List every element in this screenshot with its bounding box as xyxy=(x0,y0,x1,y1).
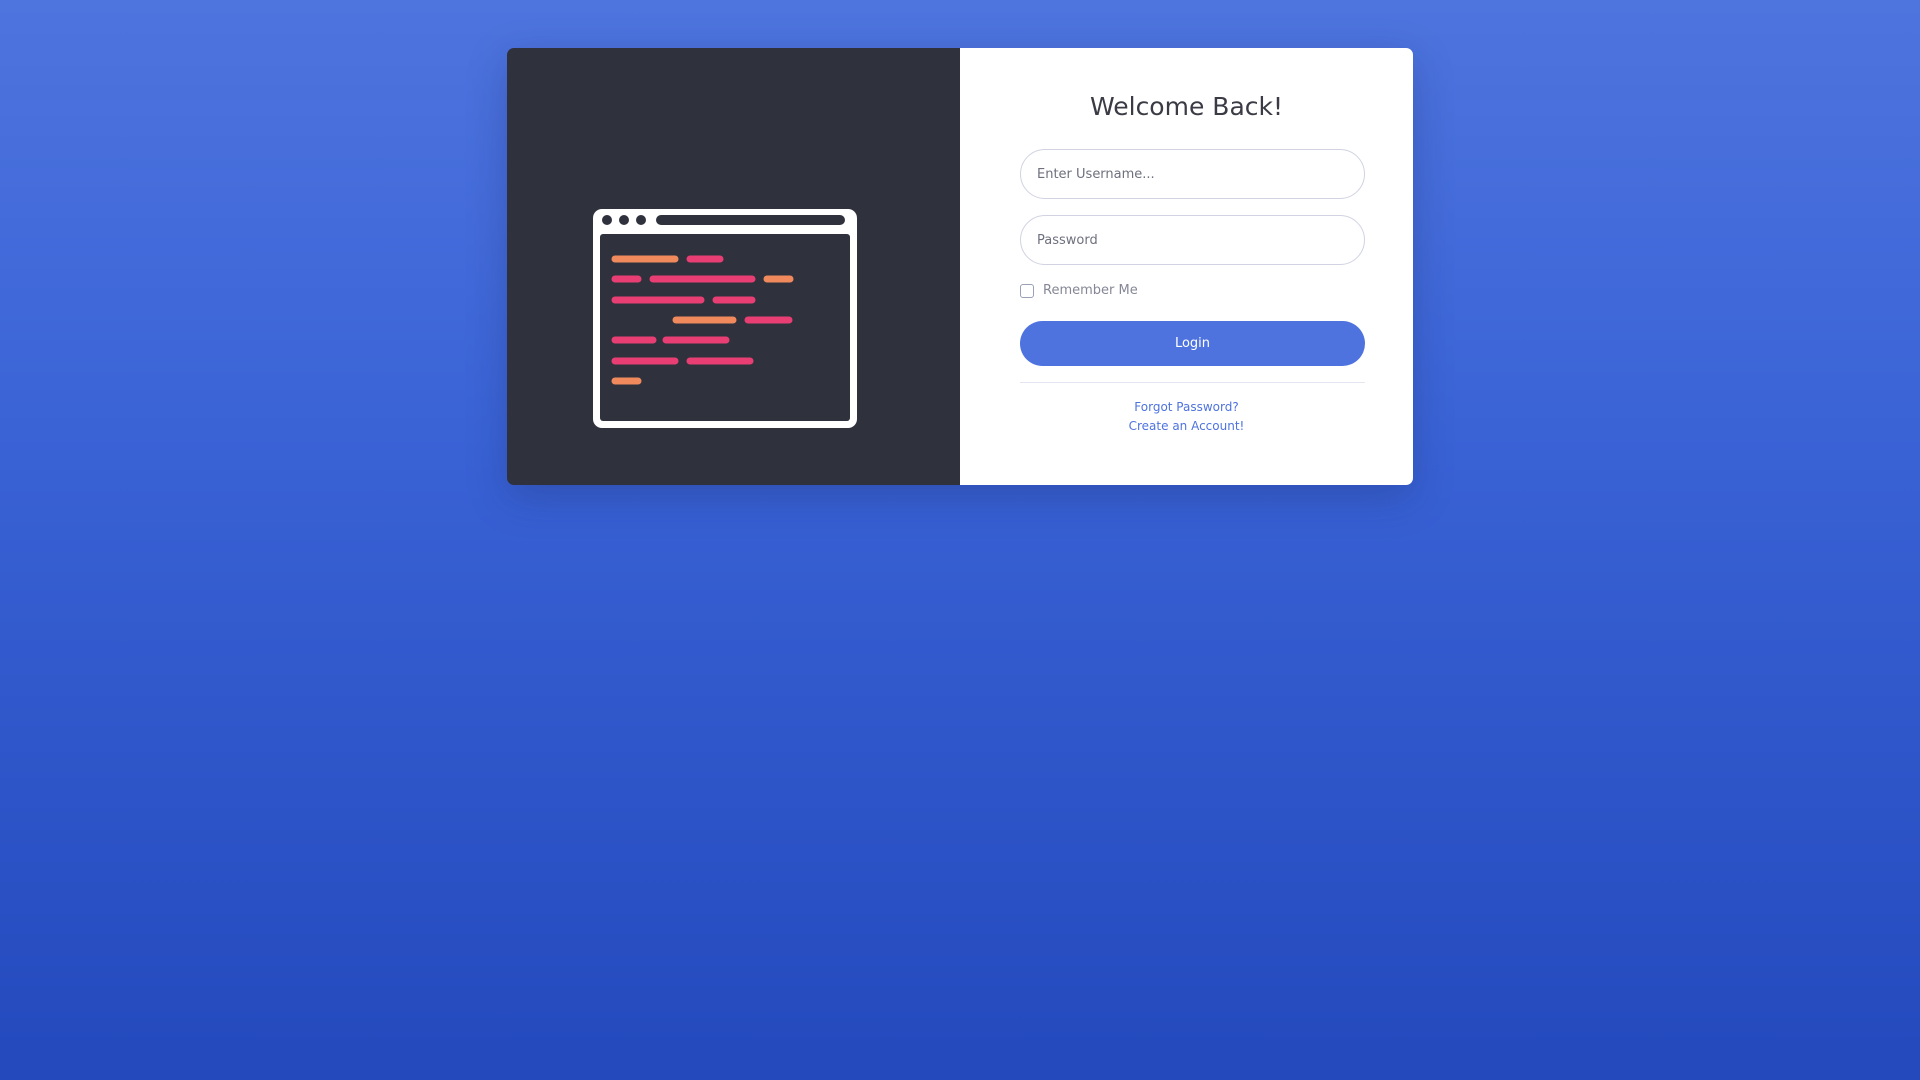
username-input[interactable] xyxy=(1020,149,1365,199)
login-button[interactable]: Login xyxy=(1020,321,1365,366)
remember-me-label[interactable]: Remember Me xyxy=(1043,283,1138,298)
login-card: Welcome Back! Remember Me Login Forgot P… xyxy=(507,48,1413,485)
remember-me-row[interactable]: Remember Me xyxy=(1020,283,1138,298)
page-title: Welcome Back! xyxy=(1089,92,1284,121)
password-input[interactable] xyxy=(1020,215,1365,265)
create-account-link[interactable]: Create an Account! xyxy=(960,419,1413,433)
login-form-panel: Welcome Back! Remember Me Login Forgot P… xyxy=(960,48,1413,485)
remember-me-checkbox[interactable] xyxy=(1020,283,1034,298)
forgot-password-link[interactable]: Forgot Password? xyxy=(960,400,1413,414)
code-editor-window-icon xyxy=(593,209,857,428)
illustration-panel xyxy=(507,48,960,485)
divider xyxy=(1020,382,1365,383)
